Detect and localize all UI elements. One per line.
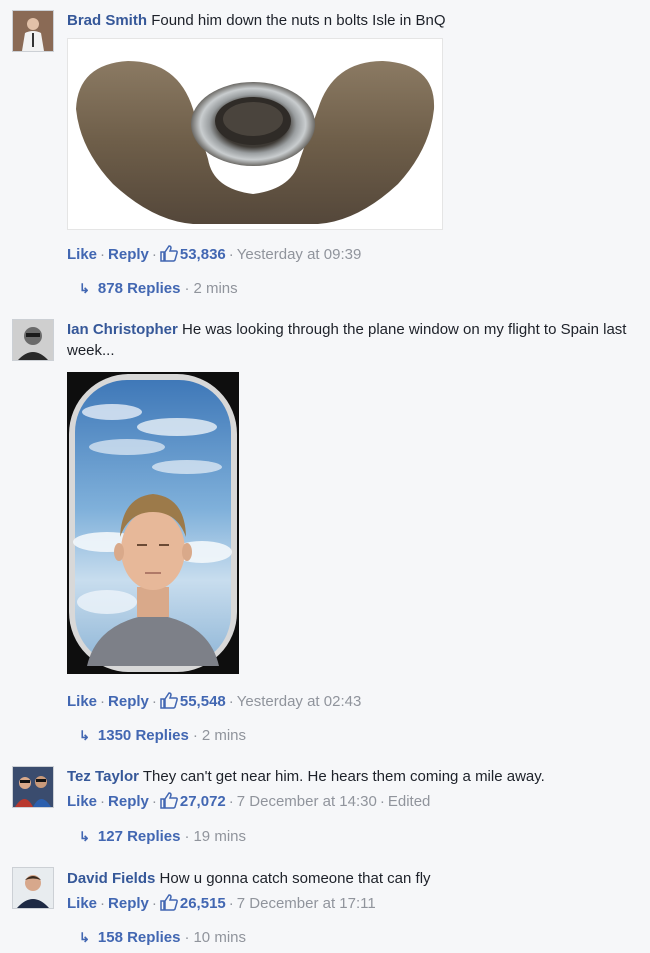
like-button[interactable]: Like <box>67 246 97 263</box>
like-count[interactable]: 53,836 <box>180 246 226 263</box>
comment-actions: Like · Reply · 53,836 · Yesterday at 09:39 <box>67 245 361 268</box>
replies-time: 19 mins <box>193 828 246 845</box>
comment-author[interactable]: Ian Christopher <box>67 321 178 338</box>
reply-button[interactable]: Reply <box>108 693 149 710</box>
edited-label[interactable]: Edited <box>388 793 431 810</box>
comment-text: How u gonna catch someone that can fly <box>159 870 431 887</box>
thumbs-up-icon <box>160 894 178 917</box>
replies-time: 10 mins <box>193 929 246 946</box>
like-count[interactable]: 26,515 <box>180 895 226 912</box>
comment-actions: Like · Reply · 55,548 · Yesterday at 02:43 <box>67 692 361 715</box>
reply-arrow-icon: ↳ <box>79 829 90 844</box>
plane-window-photo[interactable] <box>67 372 239 674</box>
like-count[interactable]: 27,072 <box>180 793 226 810</box>
timestamp[interactable]: 7 December at 17:11 <box>237 895 376 912</box>
comment-author[interactable]: Tez Taylor <box>67 768 139 785</box>
timestamp[interactable]: Yesterday at 09:39 <box>237 246 362 263</box>
comment-actions: Like · Reply · 27,072 · 7 December at 14:30 · Ed… <box>67 792 430 815</box>
thumbs-up-icon <box>160 792 178 815</box>
replies-count[interactable]: 127 Replies <box>98 828 181 845</box>
comment-ian-christopher: Ian Christopher He was looking through t… <box>0 310 650 750</box>
thumbs-up-icon <box>160 692 178 715</box>
replies-count[interactable]: 1350 Replies <box>98 727 189 744</box>
avatar[interactable] <box>12 867 54 909</box>
reply-arrow-icon: ↳ <box>79 930 90 945</box>
replies-link[interactable]: ↳ 878 Replies · 2 mins <box>79 279 238 299</box>
thumbs-up-icon <box>160 245 178 268</box>
timestamp[interactable]: 7 December at 14:30 <box>237 793 377 810</box>
avatar[interactable] <box>12 766 54 808</box>
comment-brad-smith: Brad Smith Found him down the nuts n bol… <box>0 0 650 305</box>
reply-arrow-icon: ↳ <box>79 728 90 743</box>
like-count[interactable]: 55,548 <box>180 693 226 710</box>
replies-time: 2 mins <box>201 727 246 744</box>
replies-count[interactable]: 158 Replies <box>98 929 181 946</box>
replies-count[interactable]: 878 Replies <box>98 280 181 297</box>
like-button[interactable]: Like <box>67 793 97 810</box>
avatar[interactable] <box>12 10 54 52</box>
comment-david-fields: David Fields How u gonna catch someone t… <box>0 862 650 952</box>
comment-author[interactable]: David Fields <box>67 870 155 887</box>
comment-text: Found him down the nuts n bolts Isle in … <box>151 12 446 29</box>
like-button[interactable]: Like <box>67 895 97 912</box>
comment-actions: Like · Reply · 26,515 · 7 December at 17:11 <box>67 894 376 917</box>
reply-button[interactable]: Reply <box>108 246 149 263</box>
comment-tez-taylor: Tez Taylor They can't get near him. He h… <box>0 760 650 855</box>
replies-link[interactable]: ↳ 127 Replies · 19 mins <box>79 827 246 847</box>
reply-button[interactable]: Reply <box>108 895 149 912</box>
replies-link[interactable]: ↳ 158 Replies · 10 mins <box>79 928 246 948</box>
comment-author[interactable]: Brad Smith <box>67 12 147 29</box>
reply-arrow-icon: ↳ <box>79 281 90 296</box>
comment-text: They can't get near him. He hears them c… <box>142 768 545 785</box>
timestamp[interactable]: Yesterday at 02:43 <box>237 693 362 710</box>
reply-button[interactable]: Reply <box>108 793 149 810</box>
replies-time: 2 mins <box>193 280 238 297</box>
replies-link[interactable]: ↳ 1350 Replies · 2 mins <box>79 726 246 746</box>
avatar[interactable] <box>12 319 54 361</box>
wing-nut-photo[interactable] <box>67 38 443 230</box>
like-button[interactable]: Like <box>67 693 97 710</box>
